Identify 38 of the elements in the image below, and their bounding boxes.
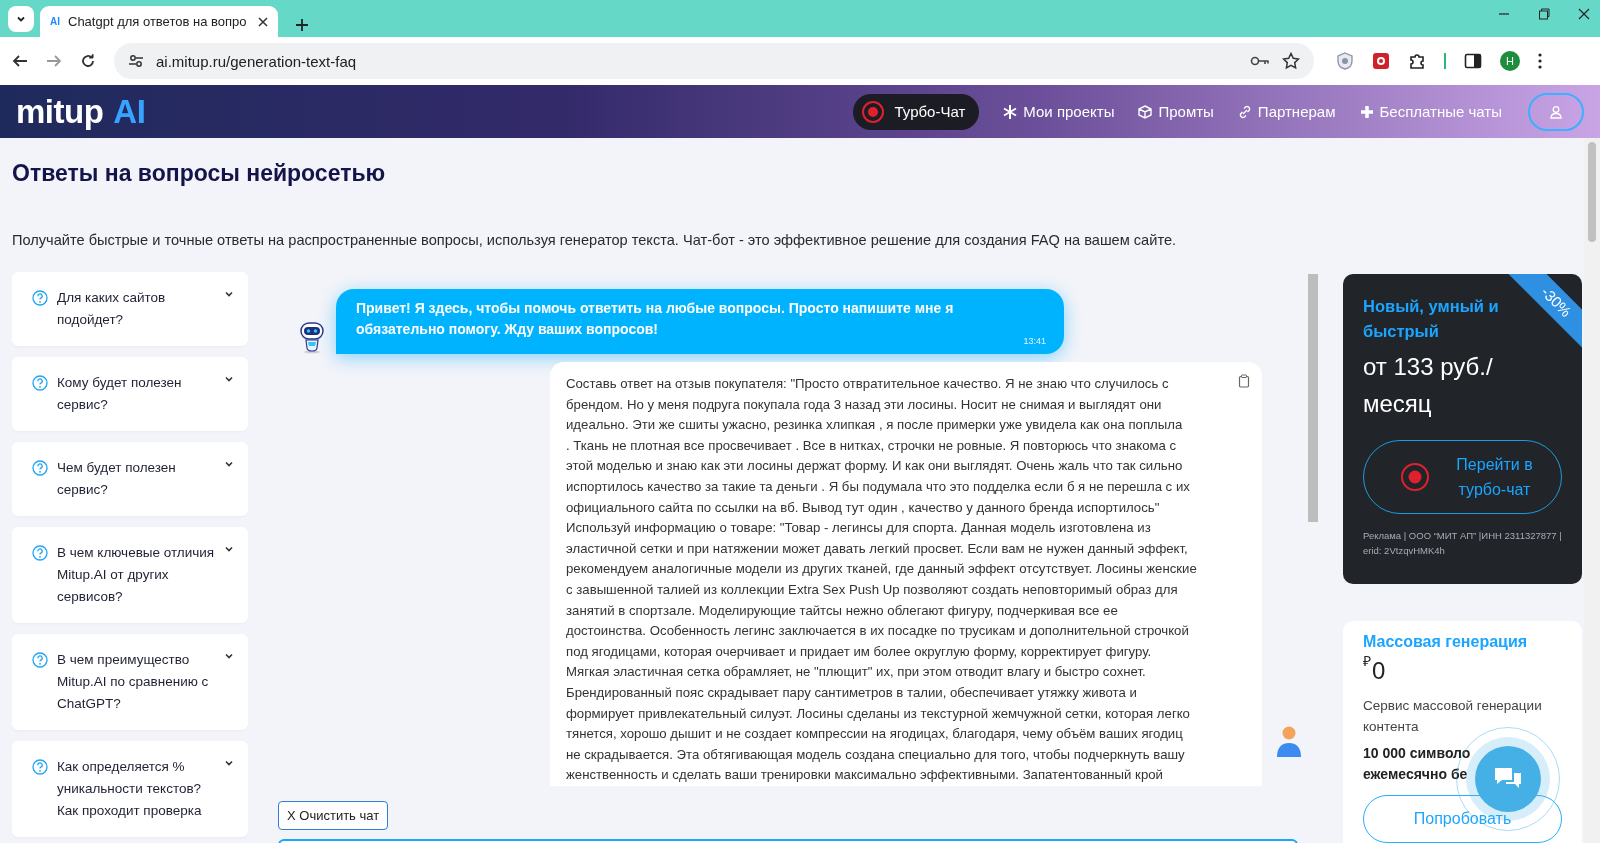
faq-question: В чем преимущество Mitup.AI по сравнению с ChatGPT? (57, 651, 210, 713)
nav-link[interactable]: Партнерам (1237, 103, 1336, 120)
user-message: Составь ответ на отзыв покупателя: "Просто отвратительное качество. Я не знаю что случилось с брендом. Но у меня подруга покупала года 3 назад эти лосины. Носит не снимая и выглядят они идеально. Эти же сшиты ужасно, резинка хлипкая , я после примерки уже увидела как она поплыла . Ткань не плотная все просвечивает . Все в нитках, строчки не ровные. Я повторюсь что знакома с этой моделью и знаю как эти лосины держат форму. И как они выглядят. Очень жаль что так сильно испортилось качество за такие та деньги . Я бы подумала что это подделка если б я не перешла с их официального сайта по ссылки на вб. Вывод тут один , качество у данного бренда испортилось" Используй информацию о товаре: "Товар - легинсы для спорта. Данная модель изготовлена из эластичной сетки и при натяжении может давать легкий просвет. Если вам не нужен данный эффект, рекомендуем аналогичные модели из других тканей, где данный эффект отсутствует. Лосины женские с завышенной талией из коллекции Extra Sex Push Up позволяют создать неповторимый образ для занятий в спортзале. Моделирующие тайтсы нежно облегают фигуру, подчеркивая все ее достоинства. Особенность легинс заключается в их посадке по трусикам и дополнительной строчкой под ягодицами, которая очерчивает и придает им более округлую форму, корректирует фигуру. Мягкая эластичная сетка обрамляет, не "плющит" их, при этом отводит влагу и быстро сохнет. Брендированный пояс скрадывает пару сантиметров в талии, обеспечивает утяжку живота и формирует привлекательный силуэт. Лосины сделаны из текстурной жемчужной сетки, которая легко тянется, хорошо дышит и не создает компрессии на ягодицах, благодаря, чему объём ваших ягодиц не скрадывается. Эта обтягивающая модель создана специально для того, чтобы подчеркнуть вашу женственность и сделать ваши тренировки максимально эффективными. Запатентованный крой (566, 375, 1198, 785)
turbo-chat-button[interactable]: Турбо-Чат (852, 93, 980, 130)
address-bar[interactable]: ai.mitup.ru/generation-text-faq (114, 43, 1314, 79)
plan-title: Массовая генерация (1363, 633, 1529, 651)
faq-item[interactable]: Чем будет полезен сервис? (12, 442, 248, 516)
faq-item[interactable]: В чем преимущество Mitup.AI по сравнению с ChatGPT? (12, 634, 248, 730)
faq-item[interactable]: В чем ключевые отличия Mitup.AI от других сервисов? (12, 527, 248, 623)
faq-question: Как определяется % уникальности текстов? Как проходит проверка (57, 758, 203, 820)
ad-disclaimer: Реклама | ООО “МИТ АП” |ИНН 2311327877 | erid: 2VtzqvHMK4h (1363, 529, 1562, 558)
faq-question: В чем ключевые отличия Mitup.AI от других сервисов? (57, 544, 215, 606)
url-text: ai.mitup.ru/generation-text-faq (156, 52, 358, 70)
faq-question: Для каких сайтов подойдет? (57, 289, 167, 329)
faq-item[interactable]: Кому будет полезен сервис? (12, 357, 248, 431)
plan-price: 0 (1372, 657, 1386, 685)
faq-item[interactable]: Как определяется % уникальности текстов? Как проходит проверка (12, 741, 248, 837)
currency-sign: ₽ (1363, 653, 1371, 669)
faq-item[interactable]: Для каких сайтов подойдет? (12, 272, 248, 346)
tab-favicon: AI (50, 16, 60, 27)
profile-avatar[interactable]: H (1500, 51, 1520, 71)
faq-question: Кому будет полезен сервис? (57, 374, 183, 414)
faq-question: Чем будет полезен сервис? (57, 459, 177, 499)
nav-link[interactable]: Промты (1138, 103, 1214, 120)
nav-link[interactable]: Мои проекты (1003, 103, 1115, 120)
plan-feature: ежемесячно бе (1363, 765, 1468, 784)
tab-title: Chatgpt для ответов на вопро (68, 14, 248, 29)
plan-feature: 10 000 символо (1363, 744, 1471, 763)
chat-message: Привет! Я здесь, чтобы помочь ответить на любые вопросы. Просто напишите мне я обязательно помогу. Жду ваших вопросов! 13:41 (336, 289, 1064, 354)
page-description: Получайте быстрые и точные ответы на распространенные вопросы, используя генератор текста. Чат-бот - это эффективное решение для создания FAQ на вашем сайте. (12, 231, 1178, 250)
browser-tab[interactable]: AI Chatgpt для ответов на вопро (40, 6, 278, 37)
plan-description: Сервис массовой генерации контента (1363, 697, 1543, 736)
page-title: Ответы на вопросы нейросетью (12, 159, 387, 188)
promo-title: Новый, умный и быстрый (1363, 296, 1500, 342)
clear-chat-button[interactable]: X Очистить чат (278, 801, 389, 830)
site-logo[interactable]: mitup AI (16, 92, 146, 131)
promo-price: от 133 руб./ месяц (1363, 352, 1494, 419)
message-time: 13:41 (1022, 336, 1046, 346)
